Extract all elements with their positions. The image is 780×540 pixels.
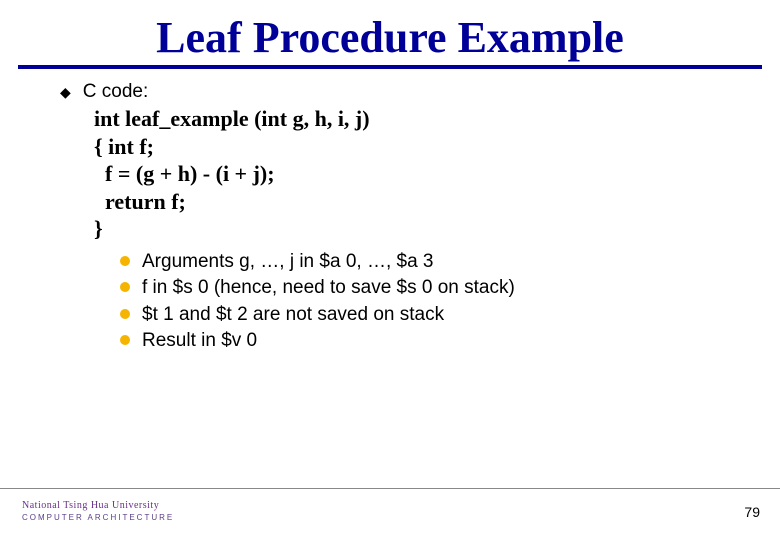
department-name: COMPUTER ARCHITECTURE — [22, 513, 174, 522]
bullet-text: $t 1 and $t 2 are not saved on stack — [142, 302, 444, 328]
bullet-text: Arguments g, …, j in $a 0, …, $a 3 — [142, 249, 433, 275]
slide-content: ◆ C code: int leaf_example (int g, h, i,… — [0, 81, 780, 354]
list-item: f in $s 0 (hence, need to save $s 0 on s… — [120, 275, 740, 301]
bullet-list: Arguments g, …, j in $a 0, …, $a 3 f in … — [120, 249, 740, 355]
bullet-text: f in $s 0 (hence, need to save $s 0 on s… — [142, 275, 515, 301]
footer: National Tsing Hua University COMPUTER A… — [0, 488, 780, 526]
section-heading: ◆ C code: — [60, 81, 740, 103]
diamond-bullet-icon: ◆ — [60, 85, 71, 99]
bullet-dot-icon — [120, 256, 130, 266]
university-name: National Tsing Hua University — [22, 500, 174, 511]
heading-text: C code: — [83, 81, 148, 103]
bullet-dot-icon — [120, 309, 130, 319]
list-item: Result in $v 0 — [120, 328, 740, 354]
slide-title: Leaf Procedure Example — [18, 0, 762, 69]
code-block: int leaf_example (int g, h, i, j) { int … — [94, 105, 740, 243]
bullet-dot-icon — [120, 335, 130, 345]
page-number: 79 — [744, 504, 760, 520]
list-item: $t 1 and $t 2 are not saved on stack — [120, 302, 740, 328]
footer-branding: National Tsing Hua University COMPUTER A… — [22, 500, 174, 522]
list-item: Arguments g, …, j in $a 0, …, $a 3 — [120, 249, 740, 275]
bullet-text: Result in $v 0 — [142, 328, 257, 354]
bullet-dot-icon — [120, 282, 130, 292]
